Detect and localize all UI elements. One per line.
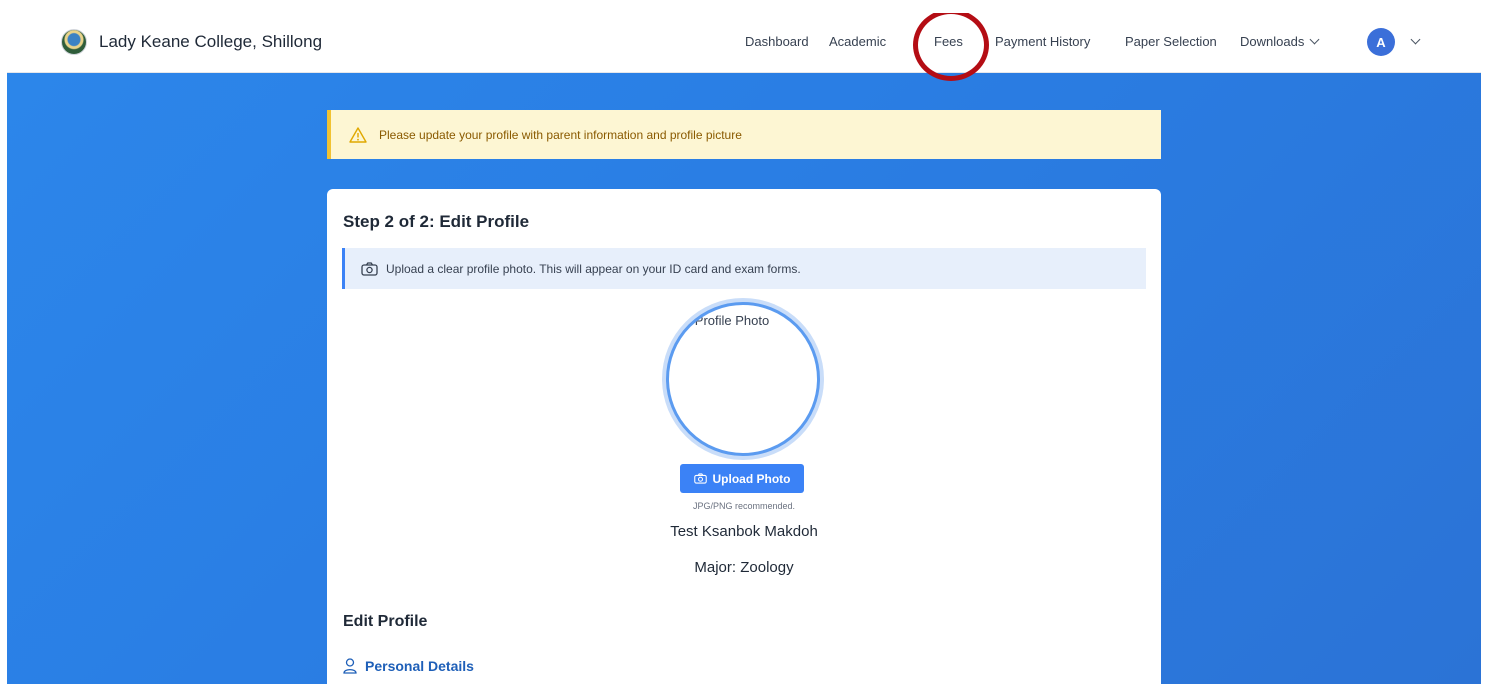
nav-dashboard[interactable]: Dashboard [745, 34, 809, 49]
step-title: Step 2 of 2: Edit Profile [343, 212, 530, 231]
personal-details-section[interactable]: Personal Details [343, 658, 474, 674]
nav-downloads[interactable]: Downloads [1240, 34, 1320, 49]
edit-profile-heading: Edit Profile [343, 613, 428, 630]
brand[interactable]: Lady Keane College, Shillong [61, 29, 322, 55]
nav-payment-history[interactable]: Payment History [995, 34, 1090, 49]
profile-photo-alt-text: Profile Photo [694, 313, 770, 328]
chevron-down-icon [1309, 34, 1320, 45]
upload-photo-button[interactable]: Upload Photo [680, 464, 804, 493]
nav-academic[interactable]: Academic [829, 34, 886, 49]
profile-warning-alert: Please update your profile with parent i… [327, 110, 1161, 159]
profile-photo: Profile Photo [666, 302, 820, 456]
warning-icon [349, 126, 367, 143]
student-name: Test Ksanbok Makdoh [670, 523, 818, 540]
edit-profile-card: Step 2 of 2: Edit Profile Upload a clear… [327, 189, 1161, 684]
info-text: Upload a clear profile photo. This will … [386, 261, 801, 276]
camera-icon [693, 473, 707, 484]
student-major: Major: Zoology [694, 559, 794, 576]
chevron-down-icon[interactable] [1410, 34, 1421, 45]
nav-fees[interactable]: Fees [934, 34, 963, 49]
top-navbar: Lady Keane College, Shillong Dashboard A… [7, 13, 1481, 73]
upload-photo-label: Upload Photo [712, 471, 791, 486]
college-logo-icon [61, 29, 87, 55]
photo-info-banner: Upload a clear profile photo. This will … [342, 248, 1146, 289]
user-avatar[interactable]: A [1367, 28, 1395, 56]
nav-paper-selection[interactable]: Paper Selection [1125, 34, 1217, 49]
personal-details-label: Personal Details [365, 658, 474, 674]
college-name: Lady Keane College, Shillong [99, 32, 323, 51]
alert-text: Please update your profile with parent i… [379, 127, 742, 142]
camera-icon [361, 261, 378, 276]
app-frame: Lady Keane College, Shillong Dashboard A… [7, 13, 1481, 684]
user-icon [343, 658, 357, 674]
file-type-hint: JPG/PNG recommended. [692, 501, 796, 511]
nav-downloads-label: Downloads [1240, 34, 1305, 49]
